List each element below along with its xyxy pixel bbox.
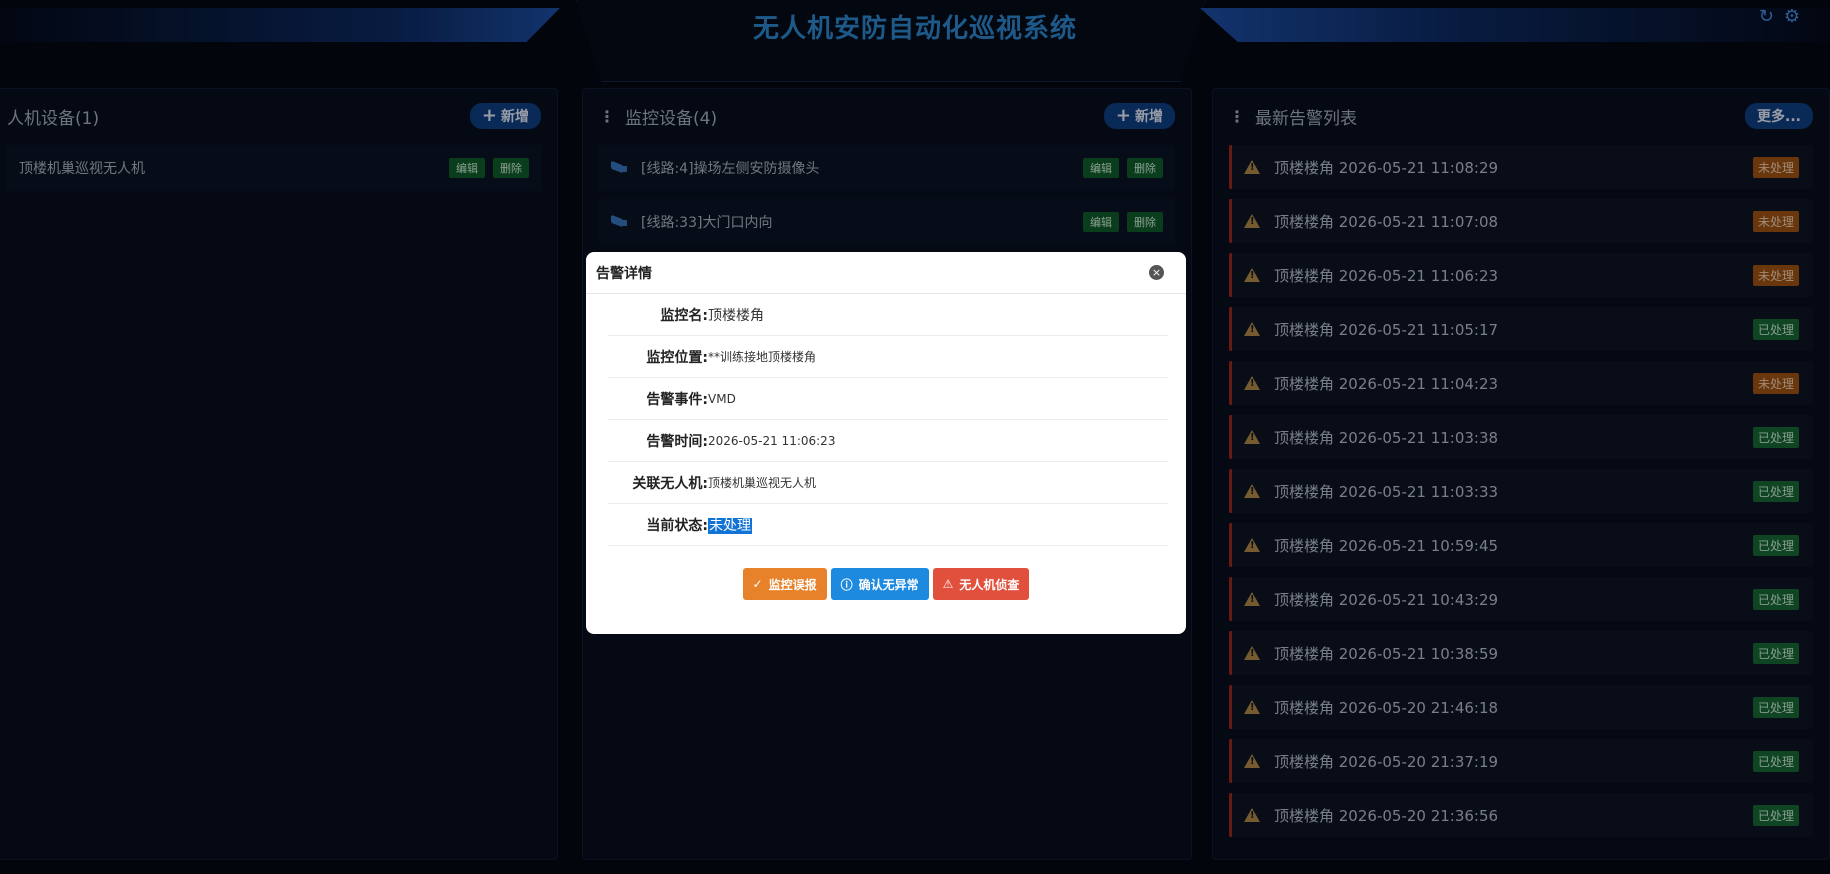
detail-value: VMD [708, 392, 736, 406]
dialog-title: 告警详情 [596, 265, 652, 282]
detail-value: **训练接地顶楼楼角 [708, 348, 816, 365]
detail-value: 顶楼机巢巡视无人机 [708, 474, 816, 491]
dialog-actions: ✓ 监控误报 ⓘ 确认无异常 ⚠ 无人机侦查 [586, 568, 1186, 600]
detail-fields: 监控名: 顶楼楼角 监控位置: **训练接地顶楼楼角 告警事件: VMD 告警时间: 2026… [586, 294, 1186, 546]
detail-row: 监控名: 顶楼楼角 [608, 294, 1168, 336]
false-alarm-label: 监控误报 [768, 577, 817, 592]
detail-row: 关联无人机: 顶楼机巢巡视无人机 [608, 462, 1168, 504]
drone-investigate-label: 无人机侦查 [959, 577, 1020, 592]
detail-label: 监控名: [660, 307, 708, 324]
alarm-detail-dialog: 告警详情 × 监控名: 顶楼楼角 监控位置: **训练接地顶楼楼角 告警事件: VMD 告警… [586, 252, 1186, 634]
detail-row: 告警事件: VMD [608, 378, 1168, 420]
detail-label: 告警时间: [646, 433, 708, 450]
warning-icon: ⚠ [942, 577, 954, 591]
detail-row: 告警时间: 2026-05-21 11:06:23 [608, 420, 1168, 462]
close-icon[interactable]: × [1149, 265, 1164, 280]
detail-value-text: 顶楼楼角 [708, 307, 764, 324]
false-alarm-button[interactable]: ✓ 监控误报 [742, 568, 827, 600]
detail-label: 告警事件: [646, 391, 708, 408]
detail-value: 2026-05-21 11:06:23 [708, 434, 835, 448]
confirm-normal-button[interactable]: ⓘ 确认无异常 [830, 568, 929, 600]
confirm-normal-label: 确认无异常 [858, 577, 919, 592]
detail-value-text: 未处理 [708, 517, 752, 534]
detail-label: 监控位置: [646, 349, 708, 366]
detail-value-text: VMD [708, 391, 736, 406]
detail-value-text: **训练接地顶楼楼角 [708, 350, 817, 364]
detail-value-text: 2026-05-21 11:06:23 [708, 433, 836, 448]
detail-row: 当前状态: 未处理 [608, 504, 1168, 546]
info-icon: ⓘ [840, 577, 853, 592]
drone-investigate-button[interactable]: ⚠ 无人机侦查 [932, 568, 1030, 600]
detail-label: 关联无人机: [632, 475, 708, 492]
dialog-header: 告警详情 × [586, 252, 1186, 294]
detail-label: 当前状态: [646, 517, 708, 534]
check-icon: ✓ [752, 577, 763, 591]
detail-row: 监控位置: **训练接地顶楼楼角 [608, 336, 1168, 378]
detail-value: 顶楼楼角 [708, 305, 764, 325]
detail-value-text: 顶楼机巢巡视无人机 [708, 476, 817, 490]
detail-value: 未处理 [708, 515, 752, 535]
